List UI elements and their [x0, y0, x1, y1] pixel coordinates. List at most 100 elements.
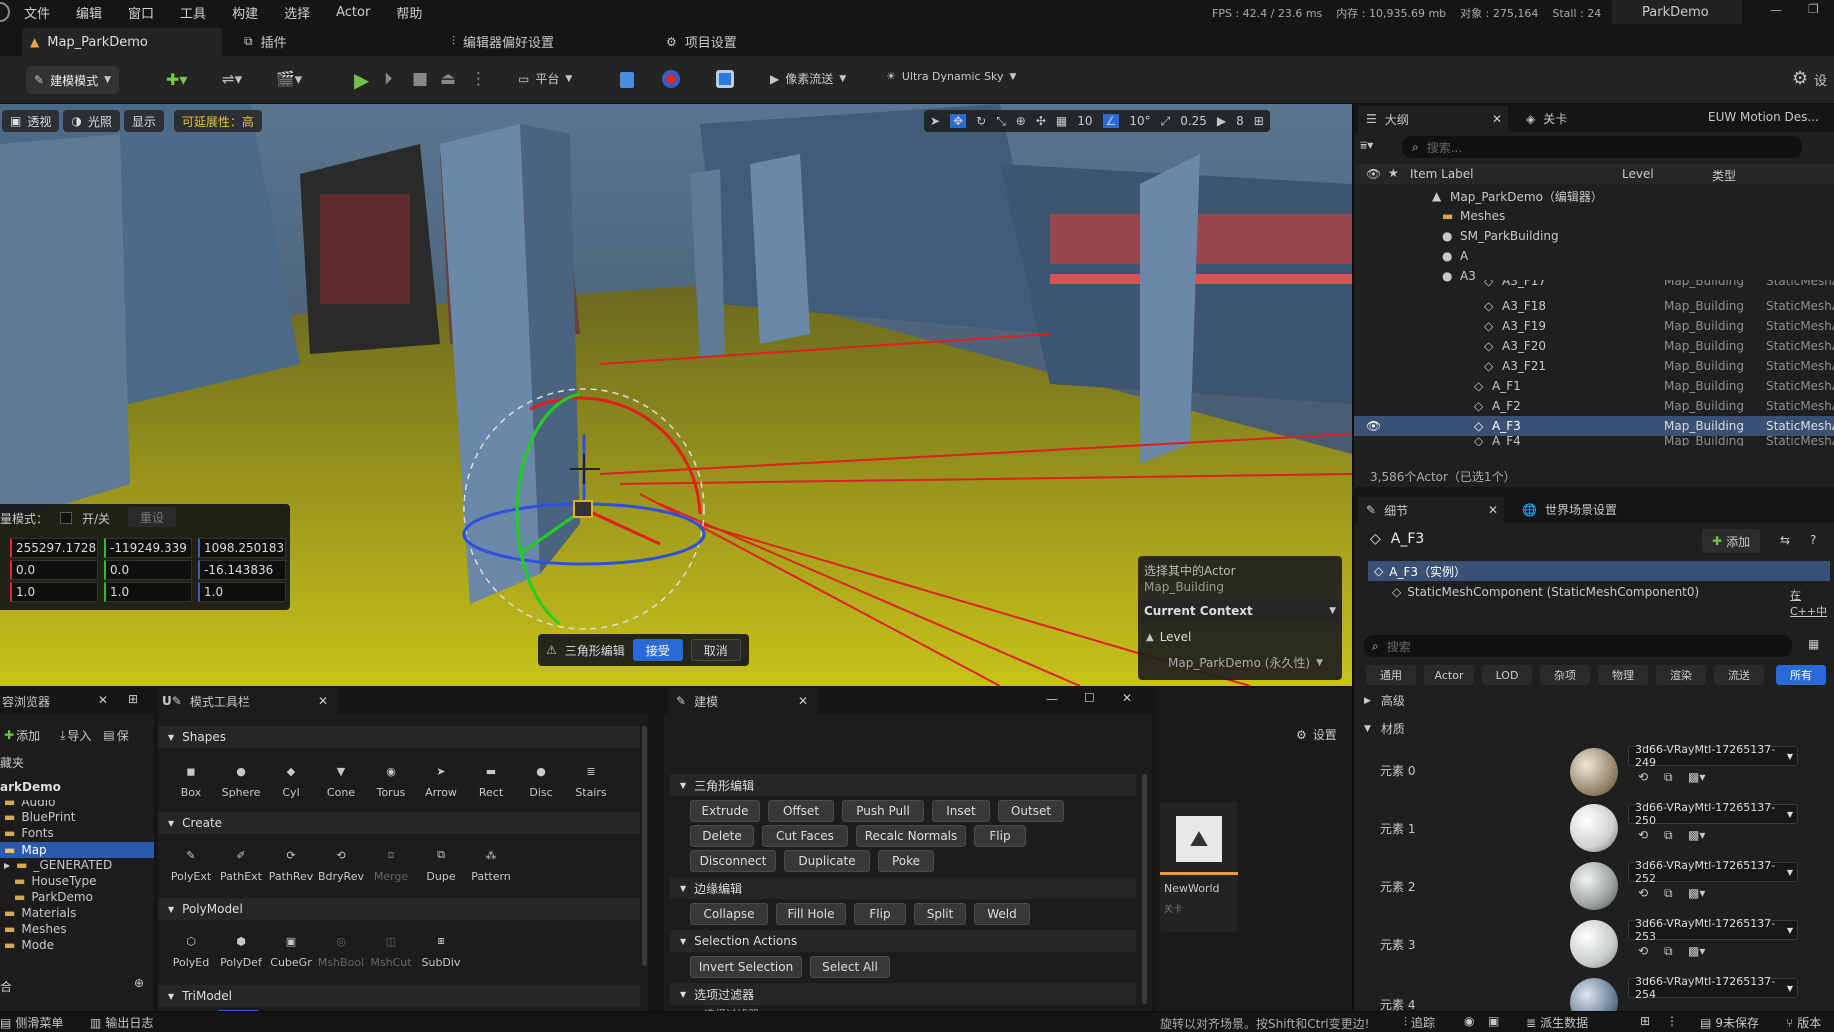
rotation-snap-value[interactable]: 10° [1129, 114, 1150, 128]
menu-window[interactable]: 窗口 [128, 3, 154, 22]
filter-misc[interactable]: 杂项 [1540, 665, 1590, 685]
grid-snap-icon[interactable]: ▦ [1056, 114, 1067, 128]
blueprint-convert-icon[interactable]: ⇆ [1780, 533, 1790, 547]
flip-button[interactable]: Flip [974, 825, 1026, 847]
eject-icon[interactable]: ⏏ [440, 69, 456, 89]
select-all-button[interactable]: Select All [810, 956, 890, 978]
tab-details[interactable]: ✎ 细节 ✕ [1358, 497, 1504, 523]
tool-cubegr[interactable]: ▣ CubeGr [266, 930, 316, 970]
filter-all[interactable]: 所有 [1776, 665, 1826, 685]
material-dropdown[interactable]: 3d66-VRayMtl-17265137-249 ▼ [1628, 743, 1798, 769]
folder-item[interactable]: ▬ ParkDemo [14, 890, 93, 904]
surface-snap-icon[interactable]: ✣ [1036, 114, 1046, 128]
more-icon[interactable]: ⋮ [1666, 1014, 1678, 1028]
favorites-label[interactable]: 藏夹 [0, 754, 24, 771]
component-instance-row[interactable]: ◇ A_F3（实例） [1368, 561, 1830, 581]
advanced-section[interactable]: ▶ 高级 [1364, 692, 1405, 709]
selection-actions-section[interactable]: ▼ Selection Actions [670, 930, 1136, 952]
maximize-icon[interactable]: ❐ [1808, 2, 1819, 16]
reset-icon[interactable]: ⟲ [1638, 886, 1648, 900]
camera-speed-icon[interactable]: ▶ [1217, 114, 1226, 128]
rotation-z-field[interactable]: -16.143836 [198, 560, 286, 580]
folder-item[interactable]: ▬ Mode [4, 938, 54, 952]
tool-box[interactable]: ◼ Box [166, 760, 216, 800]
material-thumbnail[interactable] [1570, 920, 1618, 968]
scale-x-field[interactable]: 1.0 [10, 582, 98, 602]
tool-cylinder[interactable]: ◆ Cyl [266, 760, 316, 800]
scale-y-field[interactable]: 1.0 [104, 582, 192, 602]
tool-polydef[interactable]: ⬢ PolyDef [216, 930, 266, 970]
select-tool-icon[interactable]: ➤ [930, 114, 940, 128]
tool-arrow[interactable]: ➤ Arrow [416, 760, 466, 800]
component-row[interactable]: ◇ StaticMeshComponent (StaticMeshCompone… [1392, 585, 1699, 599]
location-z-field[interactable]: 1098.250183 [198, 538, 286, 558]
col-item-label[interactable]: Item Label [1410, 167, 1474, 181]
modes-scrollbar[interactable] [642, 726, 647, 966]
rotation-x-field[interactable]: 0.0 [10, 560, 98, 580]
tab-levels[interactable]: ◈ 关卡 [1526, 110, 1567, 127]
reset-icon[interactable]: ⟲ [1638, 828, 1648, 842]
invert-selection-button[interactable]: Invert Selection [690, 956, 802, 978]
filter-rendering[interactable]: 渲染 [1656, 665, 1706, 685]
visibility-icon[interactable]: 👁 [1366, 167, 1381, 181]
tool-dupe[interactable]: ⧉ Dupe [416, 844, 466, 883]
scalability-badge[interactable]: 可延展性：高 [173, 110, 262, 132]
filter-lod[interactable]: LOD [1482, 665, 1532, 685]
output-log-button[interactable]: ▥ 输出日志 [90, 1014, 153, 1031]
tree-row[interactable]: ◇ A3_F21 Map_Building StaticMeshA [1354, 356, 1834, 376]
filter-general[interactable]: 通用 [1366, 665, 1416, 685]
tool-cone[interactable]: ▼ Cone [316, 760, 366, 800]
tab-modes[interactable]: U✎ 模式工具栏 ✕ [158, 688, 338, 714]
mode-selector[interactable]: ✎ 建模模式 ▼ [26, 66, 119, 94]
delete-button[interactable]: Delete [690, 825, 754, 847]
revision-control-button[interactable]: ⑂ 版本 [1786, 1014, 1821, 1031]
source-control-icon[interactable] [620, 72, 634, 88]
settings-label[interactable]: 设 [1814, 70, 1827, 89]
more-options-icon[interactable]: ⋮ [470, 69, 487, 89]
cpp-link[interactable]: 在C++中 [1790, 587, 1834, 619]
disconnect-button[interactable]: Disconnect [690, 850, 776, 872]
browse-icon[interactable]: ⧉ [1664, 828, 1673, 843]
tree-row[interactable]: ◇ A_F4 Map_Building StaticMeshA [1354, 436, 1834, 446]
menu-build[interactable]: 构建 [232, 3, 258, 22]
tool-merge[interactable]: ⧈ Merge [366, 844, 416, 883]
tab-world-settings[interactable]: 🌐 世界场景设置 [1522, 501, 1617, 518]
filter-physics[interactable]: 物理 [1598, 665, 1648, 685]
close-icon[interactable]: ✕ [318, 694, 328, 708]
platform-button[interactable]: ▭ 平台 ▼ [518, 70, 572, 87]
layout-icon[interactable]: ⊞ [1254, 114, 1264, 128]
col-level[interactable]: Level [1622, 167, 1654, 181]
reset-icon[interactable]: ⟲ [1638, 944, 1648, 958]
pixel-streaming-button[interactable]: ▶ 像素流送 ▼ [770, 70, 846, 87]
scale-tool-icon[interactable]: ⤡ [996, 114, 1006, 129]
polymodel-section[interactable]: ▼ PolyModel [158, 898, 640, 920]
lit-button[interactable]: ◑ 光照 [63, 110, 120, 132]
folder-item[interactable]: ▬ HouseType [14, 874, 97, 888]
cancel-button[interactable]: 取消 [690, 639, 741, 661]
add-content-button[interactable]: ✚ 添加 [0, 724, 44, 746]
filter-actor[interactable]: Actor [1424, 665, 1474, 685]
perspective-button[interactable]: ▣ 透视 [2, 110, 60, 132]
material-dropdown[interactable]: 3d66-VRayMtl-17265137-252 ▼ [1628, 859, 1798, 885]
tool-pattern[interactable]: ⁂ Pattern [466, 844, 516, 884]
folder-item[interactable]: ▬ Fonts [4, 826, 54, 840]
create-section[interactable]: ▼ Create [158, 812, 640, 834]
material-thumbnail[interactable] [1570, 862, 1618, 910]
world-space-icon[interactable]: ⊕ [1016, 114, 1026, 128]
material-dropdown[interactable]: 3d66-VRayMtl-17265137-250 ▼ [1628, 801, 1798, 827]
transform-toggle-checkbox[interactable] [60, 512, 72, 524]
maximize-icon[interactable]: ☐ [1084, 691, 1095, 705]
outliner-search[interactable]: ⌕ 搜索... [1402, 136, 1802, 158]
settings-gear-icon[interactable]: ⚙ [1792, 68, 1808, 89]
unreal-logo-icon[interactable] [0, 2, 10, 22]
tool-meshcut[interactable]: ◫ MshCut [366, 930, 416, 970]
material-options-icon[interactable]: ▩▾ [1688, 886, 1705, 900]
location-x-field[interactable]: 255297.1728 [10, 538, 98, 558]
recalc-normals-button[interactable]: Recalc Normals [856, 825, 966, 847]
menu-select[interactable]: 选择 [284, 3, 310, 22]
tool-meshbool[interactable]: ◎ MshBool [316, 930, 366, 970]
fill-hole-button[interactable]: Fill Hole [776, 903, 846, 925]
tree-row[interactable]: ◇ A3_F20 Map_Building StaticMeshA [1354, 336, 1834, 356]
tool-subdiv[interactable]: ⧆ SubDiv [416, 930, 466, 969]
close-icon[interactable]: ✕ [1488, 503, 1498, 517]
